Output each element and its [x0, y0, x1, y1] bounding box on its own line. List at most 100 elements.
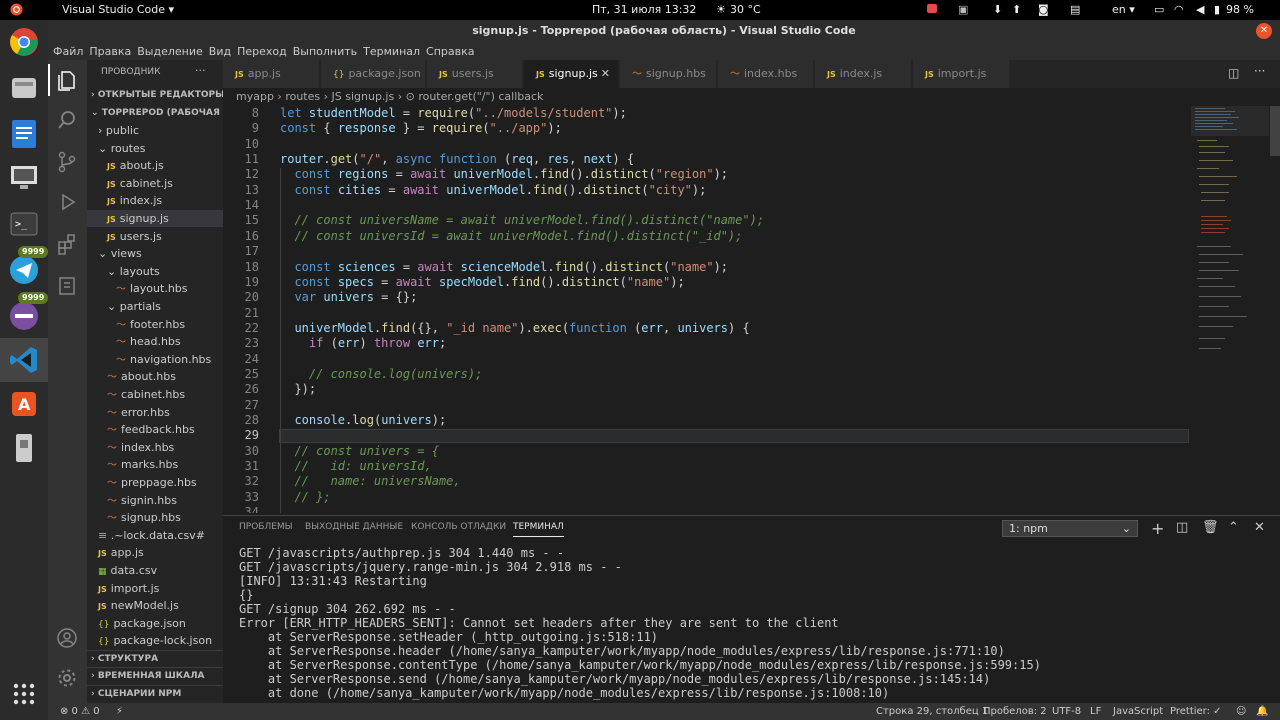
encoding-status[interactable]: UTF-8: [1052, 703, 1081, 720]
file-item[interactable]: 〜 footer.hbs: [87, 316, 223, 333]
lightning-icon[interactable]: ⚡: [116, 703, 123, 720]
split-editor-icon[interactable]: ◫: [1228, 66, 1239, 80]
editor-scrollbar[interactable]: [1270, 106, 1280, 156]
menu-help[interactable]: Справка: [426, 45, 474, 58]
search-icon[interactable]: [55, 108, 79, 132]
tab-signup-hbs[interactable]: 〜 signup.hbs: [620, 60, 717, 88]
menu-go[interactable]: Переход: [237, 45, 287, 58]
vscode-icon[interactable]: [0, 338, 48, 382]
remote-explorer-icon[interactable]: [55, 274, 79, 298]
minimap[interactable]: [1191, 106, 1269, 513]
menu-selection[interactable]: Выделение: [137, 45, 203, 58]
file-item[interactable]: JS cabinet.js: [87, 175, 223, 192]
telegram-icon[interactable]: 9999: [4, 246, 49, 290]
menu-terminal[interactable]: Терминал: [363, 45, 420, 58]
camera-icon[interactable]: ◙: [1038, 3, 1049, 16]
indentation-status[interactable]: Пробелов: 2: [983, 703, 1047, 720]
file-item[interactable]: ▦ data.csv: [87, 562, 223, 579]
code-editor[interactable]: 8 let studentModel = require("../models/s…: [223, 106, 1280, 513]
folder-item[interactable]: › public: [87, 122, 223, 139]
file-item[interactable]: 〜 navigation.hbs: [87, 351, 223, 368]
file-item[interactable]: 〜 layout.hbs: [87, 280, 223, 297]
tab-index-hbs[interactable]: 〜 index.hbs: [718, 60, 814, 88]
power-icon[interactable]: [10, 3, 23, 19]
writer-icon[interactable]: [4, 114, 44, 154]
weather[interactable]: 30 °C: [730, 3, 761, 16]
folder-item[interactable]: ⌄ layouts: [87, 263, 223, 280]
file-item[interactable]: 〜 index.hbs: [87, 439, 223, 456]
clipboard-icon[interactable]: ▤: [1070, 3, 1080, 16]
window-close-button[interactable]: ✕: [1256, 23, 1272, 39]
file-item[interactable]: JS users.js: [87, 228, 223, 245]
messenger-icon[interactable]: 9999: [4, 292, 49, 336]
tab-index-js[interactable]: JS index.js: [815, 60, 912, 88]
language-indicator[interactable]: en ▾: [1112, 3, 1135, 16]
indicator-icon[interactable]: ▣: [958, 3, 968, 16]
more-actions-icon[interactable]: ···: [1254, 64, 1265, 78]
eol-status[interactable]: LF: [1090, 703, 1101, 720]
upload-icon[interactable]: ⬆: [1012, 3, 1021, 16]
menu-view[interactable]: Вид: [209, 45, 231, 58]
tab-debug-console[interactable]: КОНСОЛЬ ОТЛАДКИ: [411, 522, 506, 532]
workspace-section[interactable]: ⌄ TOPPREPOD (РАБОЧАЯ О...: [87, 105, 223, 122]
battery-icon[interactable]: ▮: [1214, 3, 1220, 16]
file-item[interactable]: {} package.json: [87, 615, 223, 632]
outline-section[interactable]: › СТРУКТУРА: [87, 650, 223, 667]
file-item[interactable]: 〜 error.hbs: [87, 404, 223, 421]
file-item[interactable]: JS app.js: [87, 544, 223, 561]
menu-run[interactable]: Выполнить: [293, 45, 357, 58]
tab-app-js[interactable]: JS app.js: [223, 60, 320, 88]
tab-package-json[interactable]: {} package.json: [321, 60, 426, 88]
software-center-icon[interactable]: A: [4, 384, 44, 424]
tab-output[interactable]: ВЫХОДНЫЕ ДАННЫЕ: [305, 522, 403, 532]
breadcrumb[interactable]: myapp › routes › JS signup.js › ⊙ router…: [223, 88, 1280, 106]
file-item[interactable]: JS about.js: [87, 157, 223, 174]
source-control-icon[interactable]: [55, 150, 79, 174]
close-tab-icon[interactable]: ✕: [601, 60, 610, 88]
settings-gear-icon[interactable]: [55, 666, 79, 690]
menu-edit[interactable]: Правка: [89, 45, 131, 58]
folder-item[interactable]: ⌄ routes: [87, 140, 223, 157]
prettier-status[interactable]: Prettier: ✓: [1170, 703, 1222, 720]
files-icon[interactable]: [4, 68, 44, 108]
feedback-icon[interactable]: ☺: [1236, 703, 1246, 720]
terminal-icon[interactable]: >_: [4, 204, 44, 244]
cursor-position[interactable]: Строка 29, столбец 1: [876, 703, 988, 720]
file-item[interactable]: 〜 cabinet.hbs: [87, 386, 223, 403]
run-debug-icon[interactable]: [55, 190, 79, 214]
explorer-icon[interactable]: [55, 68, 79, 92]
explorer-more-icon[interactable]: ···: [195, 64, 206, 77]
terminal-select[interactable]: 1: npm ⌄: [1002, 520, 1138, 537]
indicator-red-icon[interactable]: [927, 3, 937, 16]
clock[interactable]: Пт, 31 июля 13:32: [592, 3, 696, 16]
file-item[interactable]: 〜 signup.hbs: [87, 509, 223, 526]
open-editors-section[interactable]: › ОТКРЫТЫЕ РЕДАКТОРЫ: [87, 87, 223, 104]
wifi-icon[interactable]: ◠: [1174, 3, 1184, 16]
tab-import-js[interactable]: JS import.js: [913, 60, 1010, 88]
file-item[interactable]: JS signup.js: [87, 210, 223, 227]
file-item[interactable]: JS import.js: [87, 580, 223, 597]
split-terminal-icon[interactable]: ◫: [1176, 520, 1188, 535]
file-item[interactable]: JS index.js: [87, 192, 223, 209]
close-panel-icon[interactable]: ✕: [1254, 520, 1265, 535]
file-item[interactable]: {} package-lock.json: [87, 632, 223, 649]
extensions-icon[interactable]: [55, 232, 79, 256]
maximize-panel-icon[interactable]: ⌃: [1228, 520, 1239, 535]
chrome-icon[interactable]: [4, 22, 44, 62]
display-icon[interactable]: ▭: [1154, 3, 1164, 16]
new-terminal-icon[interactable]: +: [1151, 519, 1164, 538]
notifications-icon[interactable]: 🔔: [1256, 703, 1268, 720]
tab-signup-js[interactable]: JS signup.js ✕: [524, 60, 619, 88]
usb-drive-icon[interactable]: [4, 428, 44, 468]
volume-icon[interactable]: ◀: [1196, 3, 1204, 16]
file-item[interactable]: 〜 signin.hbs: [87, 492, 223, 509]
problems-status[interactable]: ⊗ 0 ⚠ 0: [60, 703, 100, 720]
file-item[interactable]: JS newModel.js: [87, 597, 223, 614]
file-item[interactable]: 〜 head.hbs: [87, 333, 223, 350]
file-item[interactable]: 〜 preppage.hbs: [87, 474, 223, 491]
npm-scripts-section[interactable]: › СЦЕНАРИИ NPM: [87, 685, 223, 702]
account-icon[interactable]: [55, 626, 79, 650]
timeline-section[interactable]: › ВРЕМЕННАЯ ШКАЛА: [87, 667, 223, 684]
tab-problems[interactable]: ПРОБЛЕМЫ: [239, 522, 293, 532]
folder-item[interactable]: ⌄ views: [87, 245, 223, 262]
